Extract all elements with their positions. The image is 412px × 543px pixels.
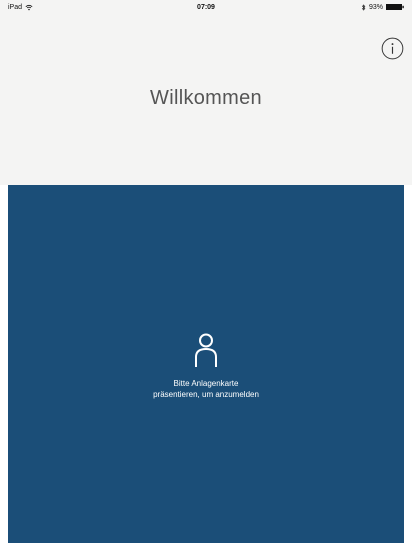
battery-percent: 93% [368, 3, 383, 11]
header: Willkommen [0, 14, 412, 185]
wifi-icon [25, 4, 33, 10]
login-panel: Bitte Anlagenkarte präsentieren, um anzu… [8, 185, 404, 543]
status-left: iPad [8, 4, 33, 11]
bluetooth-icon [361, 3, 366, 11]
info-icon[interactable] [381, 37, 404, 60]
login-prompt-line1: Bitte Anlagenkarte [173, 379, 239, 388]
login-prompt: Bitte Anlagenkarte präsentieren, um anzu… [8, 378, 404, 400]
status-right: 93% [361, 4, 404, 11]
app-screen: iPad 07:09 93% Willkommen Bitte Anlagenk… [0, 0, 412, 543]
clock: 07:09 [197, 3, 215, 11]
device-label: iPad [8, 3, 23, 11]
page-title: Willkommen [150, 87, 262, 109]
login-prompt-line2: präsentieren, um anzumelden [153, 390, 259, 399]
status-bar: iPad 07:09 93% [0, 0, 412, 14]
battery-icon [386, 4, 404, 10]
person-icon [195, 333, 217, 367]
